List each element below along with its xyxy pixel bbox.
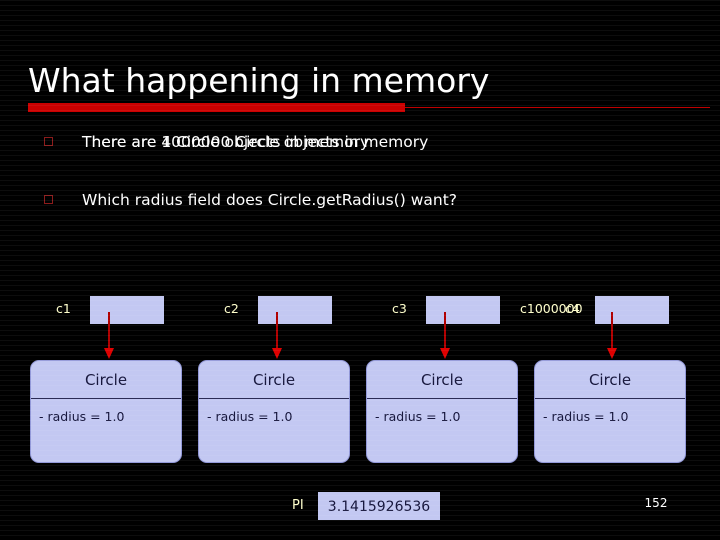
reference-label-c4-overlay: c4 [565, 301, 580, 316]
bullet-item-1: There are 4 Circle objects in memory The… [44, 129, 704, 155]
arrow-shaft [276, 312, 278, 350]
square-outline-bullet-icon [44, 137, 53, 146]
arrow-down-icon-2 [272, 312, 282, 360]
reference-box-c2 [258, 296, 332, 324]
reference-box-c3 [426, 296, 500, 324]
object-box-2: Circle - radius = 1.0 [198, 360, 350, 463]
arrow-shaft [108, 312, 110, 350]
object-field-3: - radius = 1.0 [375, 409, 461, 424]
reference-variable-c3: c3 [392, 296, 522, 326]
title-underline-bar [28, 103, 405, 112]
arrow-head [607, 348, 617, 359]
reference-label-c3: c3 [392, 301, 407, 316]
object-class-name-1: Circle [31, 361, 181, 399]
object-class-name-3: Circle [367, 361, 517, 399]
arrow-shaft [611, 312, 613, 350]
square-outline-bullet-icon [44, 195, 53, 204]
slide-canvas: What happening in memory There are 4 Cir… [0, 0, 720, 540]
bullet-item-2: Which radius field does Circle.getRadius… [44, 187, 704, 213]
object-class-name-4: Circle [535, 361, 685, 399]
reference-variable-c2: c2 [224, 296, 354, 326]
object-class-name-2: Circle [199, 361, 349, 399]
reference-box-c1 [90, 296, 164, 324]
arrow-head [272, 348, 282, 359]
bullet-item-2-label: Which radius field does Circle.getRadius… [82, 191, 458, 209]
arrow-shaft [444, 312, 446, 350]
page-number: 152 [644, 496, 668, 510]
bullet-item-1-layer-b: There are 1000000 Circle objects in memo… [82, 133, 429, 151]
reference-label-c1: c1 [56, 301, 71, 316]
reference-label-c2: c2 [224, 301, 239, 316]
arrow-head [104, 348, 114, 359]
object-box-4: Circle - radius = 1.0 [534, 360, 686, 463]
static-field-value-pi: 3.1415926536 [318, 492, 440, 520]
arrow-down-icon-1 [104, 312, 114, 360]
arrow-down-icon-4 [607, 312, 617, 360]
arrow-down-icon-3 [440, 312, 450, 360]
static-field-label-pi: PI [292, 498, 304, 513]
object-field-1: - radius = 1.0 [39, 409, 125, 424]
object-box-1: Circle - radius = 1.0 [30, 360, 182, 463]
object-field-2: - radius = 1.0 [207, 409, 293, 424]
reference-variable-c1: c1 [56, 296, 186, 326]
object-box-3: Circle - radius = 1.0 [366, 360, 518, 463]
object-field-4: - radius = 1.0 [543, 409, 629, 424]
page-title: What happening in memory [28, 61, 490, 100]
arrow-head [440, 348, 450, 359]
